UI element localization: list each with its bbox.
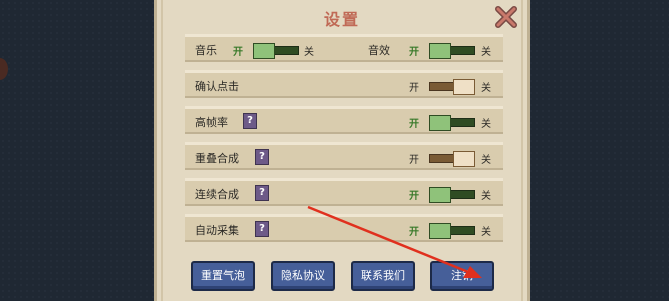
sound-on-text: 开 <box>409 47 419 58</box>
sound-toggle-knob <box>429 43 451 59</box>
confirm-click-on-text: 开 <box>409 83 419 94</box>
overlap-merge-help-icon[interactable]: ? <box>255 149 269 165</box>
sound-toggle[interactable] <box>429 43 475 59</box>
panel-title: 设置 <box>323 10 360 29</box>
row-confirm-click: 确认点击 开 关 <box>185 70 503 98</box>
row-audio: 音乐 开 关 音效 开 关 <box>185 34 503 62</box>
confirm-click-toggle-knob <box>453 79 475 95</box>
auto-collect-label: 自动采集 <box>195 224 239 237</box>
high-fps-toggle[interactable] <box>429 115 475 131</box>
music-off-text: 关 <box>304 47 314 58</box>
music-toggle[interactable] <box>253 43 299 59</box>
close-icon[interactable] <box>495 6 517 28</box>
sound-off-text: 关 <box>481 47 491 58</box>
high-fps-off-text: 关 <box>481 119 491 130</box>
row-chain-merge: 连续合成 ? 开 关 <box>185 178 503 206</box>
overlap-merge-label: 重叠合成 <box>195 152 239 165</box>
confirm-click-toggle[interactable] <box>429 79 475 95</box>
overlap-merge-off-text: 关 <box>481 155 491 166</box>
overlap-merge-toggle[interactable] <box>429 151 475 167</box>
high-fps-label: 高帧率 <box>195 116 228 129</box>
sound-label: 音效 <box>368 44 390 57</box>
confirm-click-off-text: 关 <box>481 83 491 94</box>
auto-collect-toggle[interactable] <box>429 223 475 239</box>
auto-collect-toggle-knob <box>429 223 451 239</box>
overlap-merge-toggle-knob <box>453 151 475 167</box>
row-auto-collect: 自动采集 ? 开 关 <box>185 214 503 242</box>
reset-bubble-button[interactable]: 重置气泡 <box>191 261 255 291</box>
music-on-text: 开 <box>233 47 243 58</box>
row-overlap-merge: 重叠合成 ? 开 关 <box>185 142 503 170</box>
chain-merge-help-icon[interactable]: ? <box>255 185 269 201</box>
auto-collect-help-icon[interactable]: ? <box>255 221 269 237</box>
chain-merge-toggle[interactable] <box>429 187 475 203</box>
chain-merge-toggle-knob <box>429 187 451 203</box>
chain-merge-off-text: 关 <box>481 191 491 202</box>
contact-us-button[interactable]: 联系我们 <box>351 261 415 291</box>
high-fps-on-text: 开 <box>409 119 419 130</box>
logout-button[interactable]: 注销 <box>430 261 494 291</box>
chain-merge-on-text: 开 <box>409 191 419 202</box>
chain-merge-label: 连续合成 <box>195 188 239 201</box>
settings-panel: 设置 音乐 开 关 音效 开 关 确认点击 开 关 高帧率 ? 开 关 重叠合成… <box>154 0 530 301</box>
privacy-policy-button[interactable]: 隐私协议 <box>271 261 335 291</box>
row-high-fps: 高帧率 ? 开 关 <box>185 106 503 134</box>
overlap-merge-on-text: 开 <box>409 155 419 166</box>
auto-collect-off-text: 关 <box>481 227 491 238</box>
high-fps-toggle-knob <box>429 115 451 131</box>
high-fps-help-icon[interactable]: ? <box>243 113 257 129</box>
music-label: 音乐 <box>195 44 217 57</box>
auto-collect-on-text: 开 <box>409 227 419 238</box>
confirm-click-label: 确认点击 <box>195 80 239 93</box>
music-toggle-knob <box>253 43 275 59</box>
